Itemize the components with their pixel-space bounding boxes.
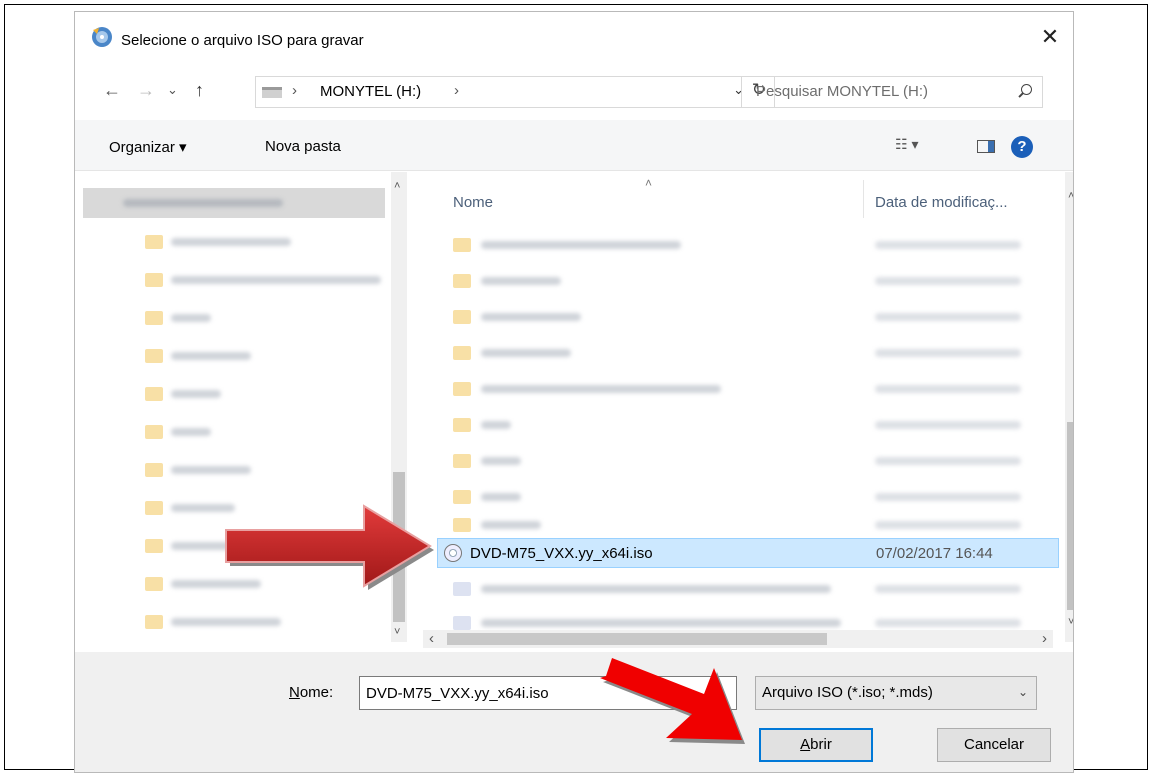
column-header-name[interactable]: Nome <box>453 194 493 211</box>
up-arrow-icon[interactable]: ↑ <box>195 80 204 101</box>
scroll-up-icon[interactable]: ˄ <box>394 180 400 192</box>
recent-locations-icon[interactable]: ⌄ <box>167 82 178 98</box>
new-folder-button[interactable]: Nova pasta <box>265 138 341 155</box>
cancel-button[interactable]: Cancelar <box>937 728 1051 762</box>
help-icon[interactable]: ? <box>1011 136 1033 158</box>
nav-item[interactable] <box>83 230 383 254</box>
search-placeholder: Pesquisar MONYTEL (H:) <box>756 83 928 100</box>
close-icon[interactable]: ✕ <box>1035 24 1065 50</box>
horizontal-scrollbar[interactable]: ‹ › <box>423 630 1053 648</box>
breadcrumb-drive[interactable]: MONYTEL (H:) <box>320 83 421 100</box>
iso-burner-app-icon <box>92 27 112 47</box>
scroll-down-icon[interactable]: ˅ <box>1068 616 1073 628</box>
folder-icon <box>145 539 163 553</box>
sort-indicator-icon: ˄ <box>645 176 653 190</box>
navigation-pane-scrollbar[interactable]: ˄ ˅ <box>391 172 407 642</box>
nav-item[interactable] <box>83 420 383 444</box>
nav-item[interactable] <box>83 306 383 330</box>
scrollbar-thumb[interactable] <box>447 633 827 645</box>
dialog-footer: Nome: Arquivo ISO (*.iso; *.mds) ⌄ Abrir… <box>75 652 1073 772</box>
scroll-right-icon[interactable]: › <box>1042 630 1047 647</box>
view-options-icon[interactable]: ☷ ▾ <box>895 136 918 153</box>
nav-item-current-drive[interactable] <box>83 188 385 218</box>
list-item[interactable] <box>435 230 1043 260</box>
list-item[interactable] <box>435 574 1043 604</box>
folder-icon <box>145 349 163 363</box>
folder-icon <box>145 463 163 477</box>
nav-item[interactable] <box>83 268 383 292</box>
title-bar: Selecione o arquivo ISO para gravar ✕ <box>75 12 1073 58</box>
file-type-select[interactable]: Arquivo ISO (*.iso; *.mds) ⌄ <box>755 676 1037 710</box>
scroll-down-icon[interactable]: ˅ <box>394 626 400 638</box>
disc-image-icon <box>444 544 462 562</box>
folder-icon <box>145 235 163 249</box>
organize-button[interactable]: Organizar ▾ <box>109 138 187 156</box>
file-type-value: Arquivo ISO (*.iso; *.mds) <box>762 684 933 701</box>
folder-icon <box>145 425 163 439</box>
list-item[interactable] <box>435 338 1043 368</box>
file-name-label: Nome: <box>289 684 334 701</box>
file-name-field[interactable] <box>359 676 737 710</box>
command-toolbar: Organizar ▾ Nova pasta ☷ ▾ ? <box>75 120 1073 171</box>
folder-icon <box>453 490 471 504</box>
folder-icon <box>453 238 471 252</box>
forward-arrow-icon[interactable]: → <box>137 80 155 101</box>
path-separator-icon[interactable]: › <box>292 82 297 99</box>
folder-icon <box>453 310 471 324</box>
path-separator-icon[interactable]: › <box>454 82 459 99</box>
drive-icon <box>262 87 282 98</box>
nav-item[interactable] <box>83 382 383 406</box>
address-bar[interactable]: › MONYTEL (H:) › ⌄ ↻ <box>255 76 775 108</box>
folder-icon <box>145 311 163 325</box>
scrollbar-thumb[interactable] <box>1067 422 1073 610</box>
file-list-scrollbar[interactable]: ˄ ˅ <box>1065 172 1073 642</box>
folder-icon <box>453 346 471 360</box>
list-item[interactable] <box>435 302 1043 332</box>
folder-icon <box>453 382 471 396</box>
preview-pane-icon[interactable] <box>977 140 995 153</box>
nav-item[interactable] <box>83 344 383 368</box>
folder-icon <box>453 454 471 468</box>
folder-icon <box>145 615 163 629</box>
scroll-up-icon[interactable]: ˄ <box>1068 190 1073 202</box>
selected-file-row[interactable]: DVD-M75_VXX.yy_x64i.iso 07/02/2017 16:44 <box>437 538 1059 568</box>
folder-icon <box>145 501 163 515</box>
scrollbar-thumb[interactable] <box>393 472 405 622</box>
open-file-dialog: Selecione o arquivo ISO para gravar ✕ ← … <box>74 11 1074 773</box>
nav-item[interactable] <box>83 458 383 482</box>
folder-icon <box>453 518 471 532</box>
scroll-left-icon[interactable]: ‹ <box>429 630 434 647</box>
list-item[interactable] <box>435 374 1043 404</box>
open-button[interactable]: Abrir <box>759 728 873 762</box>
file-date: 07/02/2017 16:44 <box>876 545 993 562</box>
column-divider[interactable] <box>863 180 864 218</box>
folder-icon <box>453 418 471 432</box>
list-item[interactable] <box>435 266 1043 296</box>
nav-item[interactable] <box>83 610 383 634</box>
dialog-title: Selecione o arquivo ISO para gravar <box>121 32 364 49</box>
folder-icon <box>145 577 163 591</box>
nav-item[interactable] <box>83 572 383 596</box>
disc-image-icon <box>453 616 471 630</box>
file-list: ˄ Nome Data de modificaç... DVD-M75_VXX.… <box>435 172 1059 638</box>
folder-icon <box>145 273 163 287</box>
folder-icon <box>453 274 471 288</box>
list-item[interactable] <box>435 482 1043 512</box>
search-icon[interactable] <box>1021 84 1032 95</box>
back-arrow-icon[interactable]: ← <box>103 80 121 101</box>
navigation-pane <box>83 172 411 644</box>
column-header-date[interactable]: Data de modificaç... <box>875 194 1008 211</box>
nav-item[interactable] <box>83 496 383 520</box>
nav-item[interactable] <box>83 534 383 558</box>
chevron-down-icon[interactable]: ⌄ <box>1018 685 1028 699</box>
list-item[interactable] <box>435 446 1043 476</box>
disc-image-icon <box>453 582 471 596</box>
search-input[interactable]: Pesquisar MONYTEL (H:) <box>741 76 1043 108</box>
list-item[interactable] <box>435 410 1043 440</box>
list-item[interactable] <box>435 510 1043 540</box>
file-name: DVD-M75_VXX.yy_x64i.iso <box>470 545 653 562</box>
folder-icon <box>145 387 163 401</box>
